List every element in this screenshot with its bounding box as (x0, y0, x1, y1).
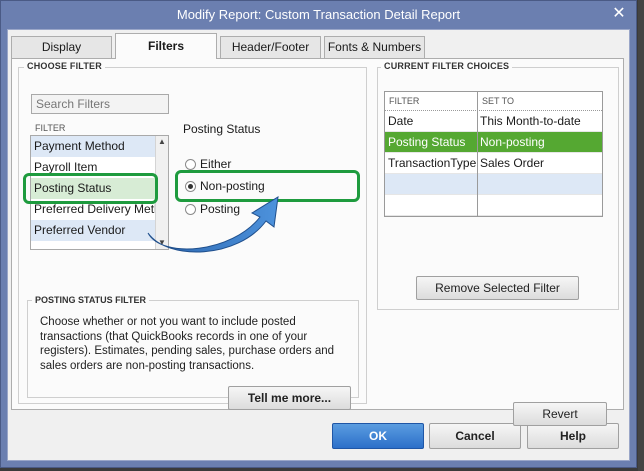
ok-label: OK (369, 429, 387, 443)
tab-display-label: Display (41, 40, 82, 54)
row-set-to: Sales Order (480, 156, 545, 170)
title-bar[interactable]: Modify Report: Custom Transaction Detail… (1, 1, 636, 29)
field-title: Posting Status (183, 122, 261, 136)
revert-label: Revert (542, 407, 578, 421)
scroll-up-icon[interactable]: ▲ (156, 136, 168, 148)
list-item[interactable]: Preferred Vendor (31, 220, 156, 241)
current-filter-label: CURRENT FILTER CHOICES (381, 61, 513, 71)
radio-either[interactable] (185, 159, 196, 170)
tell-me-more-label: Tell me more... (247, 391, 332, 405)
tab-fonts-numbers[interactable]: Fonts & Numbers (324, 36, 425, 58)
choose-filter-label: CHOOSE FILTER (24, 61, 105, 71)
tab-header-footer[interactable]: Header/Footer (220, 36, 321, 58)
current-filters-table[interactable]: FILTER SET TO Date This Month-to-date Po… (384, 91, 603, 217)
table-row[interactable]: TransactionType Sales Order (385, 153, 602, 174)
table-row-empty[interactable] (385, 174, 602, 195)
filters-tab-panel: CHOOSE FILTER Search Filters FILTER Paym… (11, 58, 624, 426)
row-filter: Posting Status (388, 135, 466, 149)
cancel-button[interactable]: Cancel (429, 423, 521, 449)
window-title: Modify Report: Custom Transaction Detail… (176, 7, 461, 22)
row-set-to: Non-posting (480, 135, 545, 149)
background-edge (638, 0, 644, 471)
tab-display[interactable]: Display (11, 36, 112, 58)
remove-selected-filter-button[interactable]: Remove Selected Filter (416, 276, 579, 300)
col-set-to-header: SET TO (482, 96, 515, 106)
dialog-client: Display Filters Header/Footer Fonts & Nu… (7, 29, 630, 461)
ok-button[interactable]: OK (332, 423, 424, 449)
posting-status-filter-label: POSTING STATUS FILTER (32, 295, 149, 305)
modify-report-dialog: Modify Report: Custom Transaction Detail… (0, 0, 637, 468)
radio-either-label[interactable]: Either (200, 157, 231, 171)
tell-me-more-button[interactable]: Tell me more... (228, 386, 351, 410)
cancel-label: Cancel (455, 429, 495, 443)
help-button[interactable]: Help (527, 423, 619, 449)
row-filter: Date (388, 114, 414, 128)
filter-description: Choose whether or not you want to includ… (40, 316, 335, 372)
list-item[interactable]: Payment Method (31, 136, 156, 157)
revert-button[interactable]: Revert (513, 402, 607, 426)
tab-filters-label: Filters (147, 39, 184, 53)
table-row-selected[interactable]: Posting Status Non-posting (385, 132, 602, 153)
posting-status-highlight (23, 173, 158, 204)
table-header: FILTER SET TO (385, 92, 602, 111)
tab-filters[interactable]: Filters (115, 33, 217, 59)
tab-fonts-numbers-label: Fonts & Numbers (327, 40, 422, 54)
filter-list-header: FILTER (35, 123, 66, 133)
table-row[interactable]: Date This Month-to-date (385, 111, 602, 132)
help-label: Help (559, 429, 586, 443)
close-icon[interactable]: ✕ (610, 5, 628, 23)
row-filter: TransactionType (388, 156, 477, 170)
column-divider (477, 92, 478, 216)
tab-header-footer-label: Header/Footer (231, 40, 310, 54)
col-filter-header: FILTER (389, 96, 420, 106)
search-filters-input[interactable]: Search Filters (31, 94, 169, 114)
remove-selected-filter-label: Remove Selected Filter (435, 281, 560, 295)
callout-arrow-icon (147, 196, 279, 253)
row-set-to: This Month-to-date (480, 114, 581, 128)
table-row-empty[interactable] (385, 195, 602, 216)
